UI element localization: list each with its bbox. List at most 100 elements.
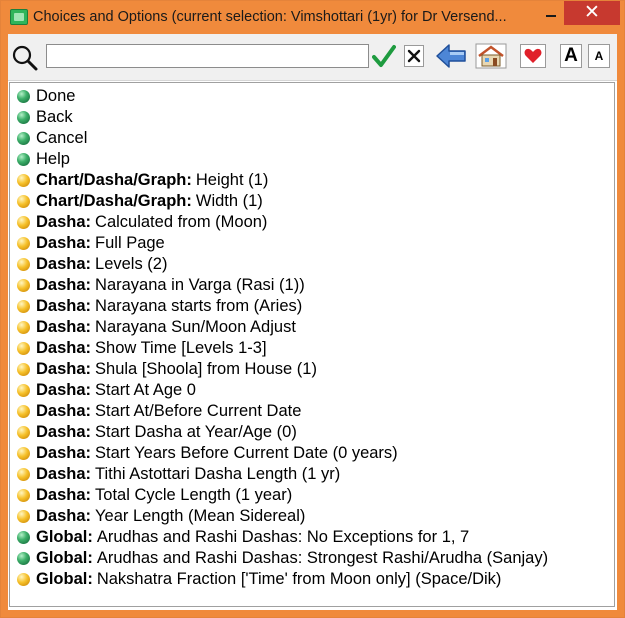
list-item-category: Chart/Dasha/Graph: — [36, 171, 192, 189]
green-bullet-icon — [17, 132, 30, 145]
yellow-bullet-icon — [17, 279, 30, 292]
list-item-label: Help — [36, 150, 70, 168]
list-item-label: Back — [36, 108, 73, 126]
list-item-label: Height (1) — [195, 171, 269, 189]
search-icon[interactable] — [11, 44, 39, 72]
list-item-label: Nakshatra Fraction ['Time' from Moon onl… — [96, 570, 502, 588]
favorite-button[interactable] — [518, 42, 548, 70]
list-item[interactable]: Dasha: Start Dasha at Year/Age (0) — [10, 422, 297, 443]
list-item[interactable]: Dasha: Tithi Astottari Dasha Length (1 yr… — [10, 464, 340, 485]
green-bullet-icon — [17, 531, 30, 544]
yellow-bullet-icon — [17, 573, 30, 586]
list-item[interactable]: Dasha: Start At Age 0 — [10, 380, 196, 401]
options-window: Choices and Options (current selection: … — [0, 0, 625, 618]
yellow-bullet-icon — [17, 363, 30, 376]
window-client: A A Done Back Cancel Help Chart/Dasha/Graph:… — [8, 34, 617, 610]
green-bullet-icon — [17, 552, 30, 565]
list-item[interactable]: Dasha: Start Years Before Current Date (0… — [10, 443, 398, 464]
list-item-category: Dasha: — [36, 339, 92, 357]
list-item-category: Dasha: — [36, 297, 92, 315]
list-item-label: Width (1) — [195, 192, 263, 210]
list-item-category: Global: — [36, 570, 93, 588]
list-item-label: Shula [Shoola] from House (1) — [95, 360, 317, 378]
list-item[interactable]: Back — [10, 107, 73, 128]
list-item-category: Global: — [36, 549, 93, 567]
font-smaller-button[interactable]: A — [587, 42, 611, 70]
yellow-bullet-icon — [17, 468, 30, 481]
yellow-bullet-icon — [17, 384, 30, 397]
list-item[interactable]: Dasha: Total Cycle Length (1 year) — [10, 485, 292, 506]
toolbar: A A — [8, 34, 617, 81]
yellow-bullet-icon — [17, 426, 30, 439]
list-item-label: Done — [36, 87, 76, 105]
list-item-label: Start At Age 0 — [95, 381, 196, 399]
close-button[interactable]: ✕ — [564, 1, 620, 25]
yellow-bullet-icon — [17, 447, 30, 460]
back-button[interactable] — [434, 42, 468, 70]
clear-button[interactable] — [402, 42, 426, 70]
list-item-category: Dasha: — [36, 381, 92, 399]
yellow-bullet-icon — [17, 489, 30, 502]
list-item-category: Dasha: — [36, 507, 92, 525]
list-item[interactable]: Chart/Dasha/Graph: Width (1) — [10, 191, 263, 212]
list-item-category: Dasha: — [36, 276, 92, 294]
title-bar[interactable]: Choices and Options (current selection: … — [1, 1, 624, 34]
yellow-bullet-icon — [17, 405, 30, 418]
list-item[interactable]: Done — [10, 86, 75, 107]
list-item[interactable]: Dasha: Start At/Before Current Date — [10, 401, 301, 422]
yellow-bullet-icon — [17, 510, 30, 523]
list-item[interactable]: Dasha: Narayana in Varga (Rasi (1)) — [10, 275, 305, 296]
list-item[interactable]: Cancel — [10, 128, 87, 149]
list-item-category: Dasha: — [36, 213, 92, 231]
list-item-category: Dasha: — [36, 255, 92, 273]
list-item-category: Dasha: — [36, 465, 92, 483]
clear-button-frame — [404, 45, 424, 67]
list-item-category: Global: — [36, 528, 93, 546]
list-item-label: Total Cycle Length (1 year) — [95, 486, 293, 504]
green-bullet-icon — [17, 153, 30, 166]
home-button[interactable] — [474, 42, 508, 70]
ok-button[interactable] — [372, 42, 396, 70]
list-item-category: Dasha: — [36, 486, 92, 504]
checkmark-icon — [372, 45, 396, 67]
list-item[interactable]: Global: Nakshatra Fraction ['Time' from M… — [10, 569, 501, 590]
list-item[interactable]: Help — [10, 149, 70, 170]
list-item-label: Start Dasha at Year/Age (0) — [95, 423, 297, 441]
list-item[interactable]: Global: Arudhas and Rashi Dashas: No Exce… — [10, 527, 469, 548]
favorite-button-frame — [520, 44, 546, 68]
font-larger-button[interactable]: A — [559, 42, 583, 70]
list-item-category: Dasha: — [36, 234, 92, 252]
list-item-label: Cancel — [36, 129, 88, 147]
yellow-bullet-icon — [17, 195, 30, 208]
list-item-category: Dasha: — [36, 360, 92, 378]
font-smaller-label: A — [588, 44, 610, 68]
list-item-label: Levels (2) — [95, 255, 168, 273]
list-item-label: Full Page — [95, 234, 165, 252]
list-item[interactable]: Dasha: Narayana Sun/Moon Adjust — [10, 317, 296, 338]
heart-icon — [524, 48, 542, 63]
list-item-label: Start Years Before Current Date (0 years… — [95, 444, 398, 462]
list-item[interactable]: Global: Arudhas and Rashi Dashas: Stronge… — [10, 548, 548, 569]
back-arrow-icon — [436, 44, 466, 68]
list-item[interactable]: Chart/Dasha/Graph: Height (1) — [10, 170, 268, 191]
list-item-category: Dasha: — [36, 444, 92, 462]
list-item[interactable]: Dasha: Year Length (Mean Sidereal) — [10, 506, 305, 527]
yellow-bullet-icon — [17, 216, 30, 229]
window-title: Choices and Options (current selection: … — [33, 9, 507, 25]
list-item[interactable]: Dasha: Shula [Shoola] from House (1) — [10, 359, 317, 380]
list-item-label: Arudhas and Rashi Dashas: Strongest Rash… — [96, 549, 549, 567]
list-item-label: Narayana Sun/Moon Adjust — [95, 318, 296, 336]
list-item-category: Dasha: — [36, 402, 92, 420]
options-list[interactable]: Done Back Cancel Help Chart/Dasha/Graph: Heig… — [9, 82, 615, 607]
yellow-bullet-icon — [17, 342, 30, 355]
list-item[interactable]: Dasha: Narayana starts from (Aries) — [10, 296, 302, 317]
app-icon — [10, 9, 28, 25]
yellow-bullet-icon — [17, 174, 30, 187]
yellow-bullet-icon — [17, 300, 30, 313]
list-item[interactable]: Dasha: Levels (2) — [10, 254, 167, 275]
list-item[interactable]: Dasha: Calculated from (Moon) — [10, 212, 267, 233]
list-item-label: Show Time [Levels 1-3] — [95, 339, 267, 357]
search-input[interactable] — [46, 44, 369, 68]
list-item[interactable]: Dasha: Full Page — [10, 233, 165, 254]
list-item[interactable]: Dasha: Show Time [Levels 1-3] — [10, 338, 267, 359]
